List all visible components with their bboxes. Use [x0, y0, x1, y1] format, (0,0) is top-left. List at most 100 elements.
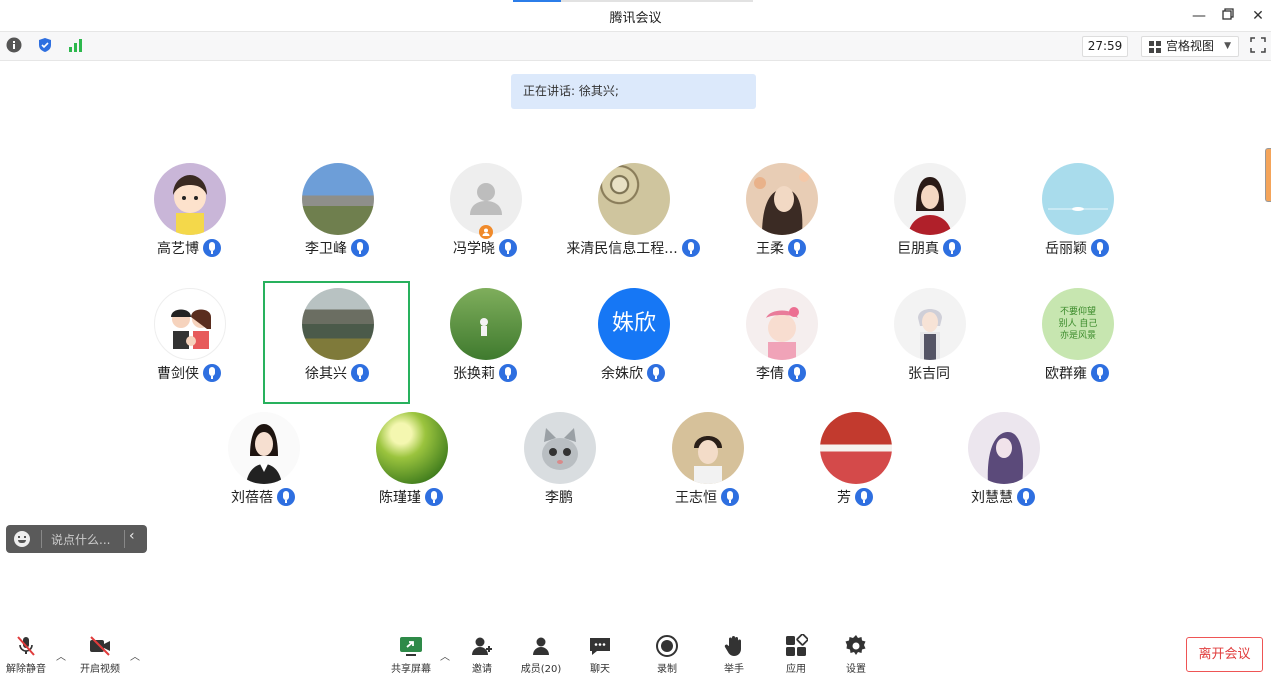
- apps-button[interactable]: 应用: [772, 630, 820, 678]
- participant-tile[interactable]: 李卫峰: [267, 155, 407, 265]
- participant-tile[interactable]: 张换莉: [415, 280, 555, 390]
- participant-tile[interactable]: 不要仰望别人 自己亦是风景 欧群雍: [1007, 280, 1147, 390]
- participant-tile[interactable]: 刘蓓蓓: [193, 404, 333, 514]
- mic-icon: [425, 488, 443, 506]
- mic-icon: [721, 488, 739, 506]
- audio-options-chevron-icon[interactable]: ︿: [56, 648, 66, 663]
- participant-tile[interactable]: 冯学晓: [415, 155, 555, 265]
- fullscreen-icon[interactable]: [1250, 37, 1266, 53]
- mic-muted-icon: [17, 636, 35, 656]
- avatar: [820, 412, 892, 484]
- settings-button[interactable]: 设置: [832, 630, 880, 678]
- window-title: 腾讯会议: [609, 11, 662, 26]
- chat-quick-input[interactable]: 说点什么... ‹: [6, 525, 147, 553]
- participant-tile[interactable]: 李倩: [711, 280, 851, 390]
- share-screen-button[interactable]: 共享屏幕: [387, 630, 435, 678]
- avatar: [302, 163, 374, 235]
- participant-tile[interactable]: 来清民信息工程...: [563, 155, 703, 265]
- close-button[interactable]: ✕: [1248, 6, 1268, 26]
- avatar: [524, 412, 596, 484]
- apps-icon: [786, 634, 808, 656]
- apps-label: 应用: [786, 664, 806, 675]
- mic-icon: [499, 364, 517, 382]
- divider: [41, 530, 42, 548]
- video-options-chevron-icon[interactable]: ︿: [130, 648, 140, 663]
- speaking-banner: 正在讲话: 徐其兴;: [511, 74, 756, 109]
- participant-name: 李卫峰: [305, 241, 347, 257]
- raise-hand-label: 举手: [724, 664, 744, 675]
- participant-tile[interactable]: 王志恒: [637, 404, 777, 514]
- leave-meeting-button[interactable]: 离开会议: [1186, 637, 1263, 672]
- participant-name: 王柔: [756, 241, 784, 257]
- avatar: [450, 288, 522, 360]
- collapse-chevron-icon[interactable]: ‹: [129, 528, 135, 544]
- participant-name: 张吉同: [908, 366, 950, 382]
- chevron-down-icon: ▼: [1224, 41, 1231, 51]
- participant-tile[interactable]: 芳: [785, 404, 925, 514]
- participant-name: 来清民信息工程...: [566, 241, 678, 257]
- record-button[interactable]: 录制: [643, 630, 691, 678]
- participant-name: 王志恒: [675, 490, 717, 506]
- participant-name: 李倩: [756, 366, 784, 382]
- participant-name: 欧群雍: [1045, 366, 1087, 382]
- mic-icon: [203, 364, 221, 382]
- participant-name: 芳: [837, 490, 851, 506]
- unmute-button[interactable]: 解除静音: [2, 630, 50, 678]
- chat-button[interactable]: 聊天: [576, 630, 624, 678]
- participant-tile[interactable]: 陈瑾瑾: [341, 404, 481, 514]
- grid-icon: [1149, 41, 1161, 53]
- signal-icon[interactable]: [68, 37, 84, 53]
- participant-tile[interactable]: 刘慧慧: [933, 404, 1073, 514]
- raise-hand-button[interactable]: 举手: [710, 630, 758, 678]
- participant-tile[interactable]: 徐其兴: [267, 280, 407, 390]
- meeting-toolbar: 27:59 宫格视图 ▼: [0, 31, 1271, 61]
- participant-name: 刘慧慧: [971, 490, 1013, 506]
- participant-tile[interactable]: 高艺博: [119, 155, 259, 265]
- invite-button[interactable]: 邀请: [458, 630, 506, 678]
- title-bar: 腾讯会议 — ✕: [0, 0, 1271, 31]
- meeting-timer: 27:59: [1082, 36, 1128, 57]
- participant-tile[interactable]: 曹剑侠: [119, 280, 259, 390]
- mic-icon: [788, 364, 806, 382]
- hand-icon: [724, 636, 741, 656]
- participant-name: 冯学晓: [453, 241, 495, 257]
- avatar: [1042, 163, 1114, 235]
- participant-name: 徐其兴: [305, 366, 347, 382]
- info-icon[interactable]: [6, 37, 22, 53]
- minimize-button[interactable]: —: [1189, 6, 1209, 26]
- start-video-label: 开启视频: [80, 664, 120, 675]
- avatar: [968, 412, 1040, 484]
- tab-indicator: [513, 0, 561, 2]
- restore-icon: [1222, 8, 1234, 20]
- start-video-button[interactable]: 开启视频: [76, 630, 124, 678]
- participant-tile[interactable]: 岳丽颖: [1007, 155, 1147, 265]
- restore-button[interactable]: [1218, 6, 1238, 26]
- members-button[interactable]: 成员(20): [514, 630, 568, 678]
- mic-icon: [499, 239, 517, 257]
- shield-icon[interactable]: [37, 37, 53, 53]
- share-screen-label: 共享屏幕: [391, 664, 431, 675]
- participant-name: 余姝欣: [601, 366, 643, 382]
- side-panel-handle[interactable]: [1265, 148, 1271, 202]
- video-off-icon: [90, 636, 110, 656]
- view-mode-label: 宫格视图: [1166, 39, 1215, 53]
- mic-icon: [277, 488, 295, 506]
- participant-name: 曹剑侠: [157, 366, 199, 382]
- avatar: [894, 163, 966, 235]
- participant-name: 李鹏: [545, 490, 573, 506]
- record-label: 录制: [657, 664, 677, 675]
- participant-tile[interactable]: 张吉同: [859, 280, 999, 390]
- participant-tile[interactable]: 李鹏: [489, 404, 629, 514]
- avatar-quote: 不要仰望别人 自己亦是风景: [1042, 288, 1114, 360]
- emoji-icon[interactable]: [14, 531, 30, 547]
- participant-tile[interactable]: 巨朋真: [859, 155, 999, 265]
- participant-tile[interactable]: 王柔: [711, 155, 851, 265]
- invite-label: 邀请: [472, 664, 492, 675]
- avatar: [376, 412, 448, 484]
- participant-tile[interactable]: 姝欣 余姝欣: [563, 280, 703, 390]
- share-options-chevron-icon[interactable]: ︿: [440, 648, 450, 663]
- view-mode-dropdown[interactable]: 宫格视图 ▼: [1141, 36, 1239, 57]
- divider: [124, 530, 125, 548]
- avatar: [746, 163, 818, 235]
- chat-placeholder[interactable]: 说点什么...: [51, 531, 110, 548]
